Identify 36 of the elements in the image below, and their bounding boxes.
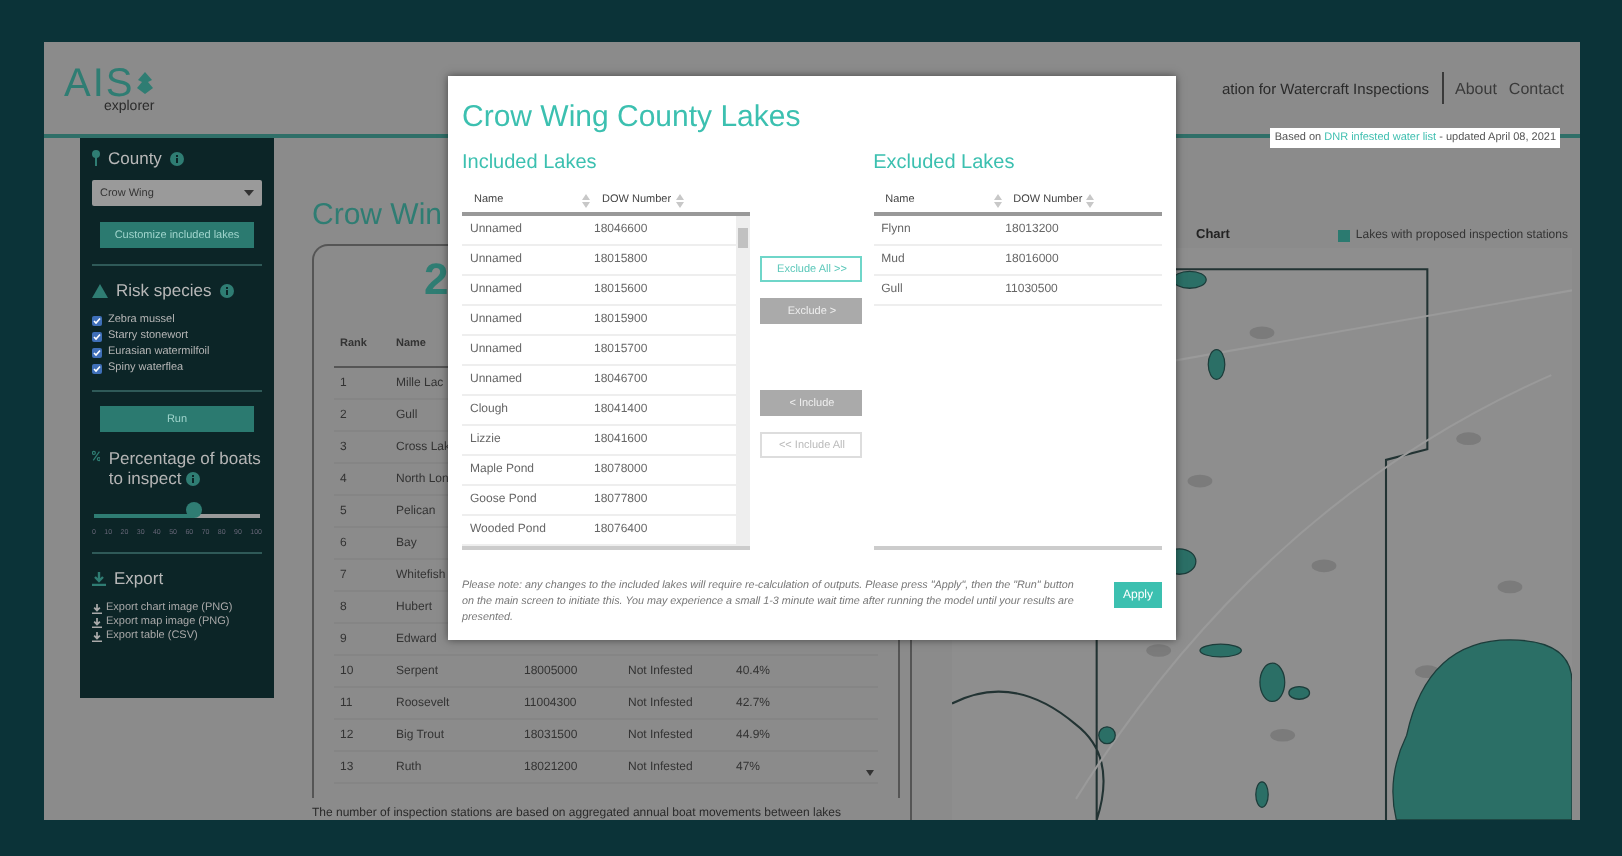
section-label: Risk species: [116, 280, 212, 300]
section-title: Included Lakes: [462, 152, 599, 178]
page-title: Crow Win: [312, 198, 443, 232]
scroll-arrow-icon[interactable]: [866, 770, 874, 776]
dialog-title: Crow Wing County Lakes: [462, 100, 803, 134]
station-count: 2: [424, 254, 449, 306]
logo-text: AIS: [64, 63, 135, 103]
section-title: Excluded Lakes: [873, 152, 1017, 178]
nav-link[interactable]: Contact: [1508, 79, 1564, 97]
sort-icon: [1086, 193, 1095, 207]
info-icon[interactable]: [219, 283, 234, 297]
download-icon: [92, 603, 102, 613]
checkbox[interactable]: [92, 347, 102, 357]
checkbox[interactable]: [92, 315, 102, 325]
info-icon[interactable]: [169, 151, 184, 165]
download-icon: [92, 631, 102, 641]
legend-swatch: [1337, 230, 1350, 242]
leaf-icon: [136, 72, 155, 94]
sort-icon: [582, 193, 590, 207]
caret-icon: [244, 190, 254, 196]
warning-icon: [92, 283, 108, 297]
percent-icon: [92, 448, 101, 464]
slider-thumb[interactable]: [185, 502, 202, 518]
sort-icon: [675, 193, 684, 207]
section-label: Export: [114, 568, 164, 588]
section-label: County: [108, 148, 162, 168]
info-icon[interactable]: [186, 472, 201, 487]
section-label: Percentage of boats to inspect: [108, 448, 262, 488]
sort-icon: [993, 193, 1002, 207]
checkbox[interactable]: [92, 331, 102, 341]
download-icon: [92, 617, 102, 627]
download-icon: [92, 571, 106, 585]
scrollbar[interactable]: [736, 216, 751, 546]
nav-link[interactable]: About: [1455, 79, 1497, 97]
checkbox[interactable]: [92, 363, 102, 373]
pin-icon: [92, 150, 100, 166]
